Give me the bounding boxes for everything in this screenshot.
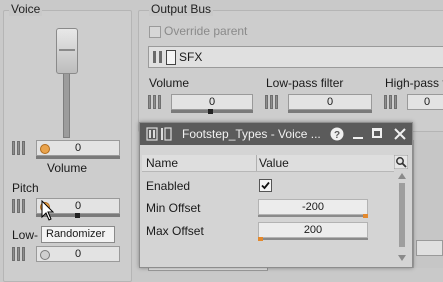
bus-volume-label: Volume: [149, 76, 190, 90]
bus-volume-value: 0: [208, 96, 216, 108]
bus-highpass-field[interactable]: 0: [407, 94, 443, 110]
max-offset-field[interactable]: 200: [258, 222, 368, 238]
min-offset-label: Min Offset: [146, 201, 201, 215]
close-icon[interactable]: [394, 128, 406, 140]
pitch-slider-thumb[interactable]: [75, 213, 80, 218]
scrollbar-thumb[interactable]: [399, 183, 405, 247]
output-bus-title: Output Bus: [149, 2, 214, 16]
bus-selector[interactable]: SFX: [148, 46, 443, 68]
value-column-header: Value: [259, 156, 289, 170]
property-row-max-offset[interactable]: Max Offset 200: [142, 221, 394, 243]
max-offset-slider-thumb[interactable]: [258, 237, 263, 241]
enabled-label: Enabled: [146, 179, 191, 193]
mouse-cursor-icon: [41, 200, 55, 221]
voice-volume-value: 0: [74, 142, 82, 154]
svg-text:?: ?: [334, 130, 340, 141]
bus-lowpass-drag-handle[interactable]: [265, 93, 285, 111]
volume-fader-knob[interactable]: [56, 28, 78, 74]
help-icon[interactable]: ?: [330, 127, 344, 141]
bus-volume-drag-handle[interactable]: [148, 93, 168, 111]
min-offset-slider[interactable]: [258, 215, 368, 217]
min-offset-value: -200: [301, 201, 325, 213]
randomizer-icon[interactable]: [40, 250, 50, 260]
right-partial-field[interactable]: [416, 240, 443, 256]
pitch-label: Pitch: [12, 181, 39, 195]
lowpass-label-partial: Low-: [12, 228, 39, 242]
bus-highpass-value: 0: [423, 96, 431, 108]
override-parent-checkbox[interactable]: [149, 26, 161, 38]
checkmark-icon: [261, 181, 270, 190]
randomizer-icon[interactable]: [40, 144, 50, 154]
window-title: Footstep_Types - Voice ...: [182, 127, 321, 141]
bus-volume-thumb[interactable]: [208, 109, 213, 114]
voice-lowpass-field[interactable]: 0: [36, 246, 120, 262]
bus-icon-doc: [166, 50, 176, 65]
bus-lowpass-slider[interactable]: [288, 110, 372, 113]
pitch-drag-handle[interactable]: [12, 197, 32, 215]
column-divider: [256, 155, 257, 171]
bus-icon: [153, 51, 156, 63]
name-column-header: Name: [146, 156, 179, 170]
voice-group-title: Voice: [9, 2, 43, 16]
max-offset-label: Max Offset: [146, 224, 204, 238]
max-offset-slider[interactable]: [258, 238, 368, 240]
bus-highpass-label: High-pass f: [385, 76, 443, 90]
property-row-min-offset[interactable]: Min Offset -200: [142, 198, 394, 220]
randomizer-tooltip: Randomizer: [41, 226, 115, 243]
minimize-icon[interactable]: [353, 137, 363, 139]
bus-icon-bar: [159, 51, 162, 63]
bus-lowpass-value: 0: [326, 96, 334, 108]
window-icon: [146, 127, 172, 141]
bus-volume-field[interactable]: 0: [171, 94, 253, 110]
bus-name: SFX: [179, 50, 203, 64]
voice-volume-label: Volume: [47, 161, 88, 175]
maximize-icon[interactable]: [372, 128, 382, 138]
lowpass-drag-handle[interactable]: [12, 245, 32, 263]
min-offset-slider-thumb[interactable]: [363, 214, 368, 218]
voice-lowpass-value: 0: [74, 248, 82, 260]
bus-lowpass-field[interactable]: 0: [288, 94, 372, 110]
window-title-bar[interactable]: Footstep_Types - Voice ... ?: [140, 123, 412, 145]
property-table-header: Name Value: [142, 155, 394, 172]
override-parent-label: Override parent: [164, 24, 248, 38]
min-offset-field[interactable]: -200: [258, 199, 368, 215]
pitch-value: 0: [74, 200, 82, 212]
search-icon[interactable]: [394, 155, 408, 169]
voice-volume-slider[interactable]: [36, 156, 120, 159]
enabled-checkbox[interactable]: [259, 179, 272, 192]
scroll-up-icon[interactable]: [398, 173, 406, 179]
bus-highpass-drag-handle[interactable]: [384, 93, 404, 111]
property-row-enabled[interactable]: Enabled: [142, 175, 394, 197]
max-offset-value: 200: [303, 224, 323, 236]
bus-lowpass-label: Low-pass filter: [266, 76, 344, 90]
vertical-scrollbar[interactable]: [396, 171, 408, 265]
floating-window[interactable]: Footstep_Types - Voice ... ? Name Value …: [139, 122, 413, 268]
voice-volume-field[interactable]: 0: [36, 140, 120, 156]
scroll-down-icon[interactable]: [398, 255, 406, 261]
volume-drag-handle[interactable]: [12, 139, 32, 157]
